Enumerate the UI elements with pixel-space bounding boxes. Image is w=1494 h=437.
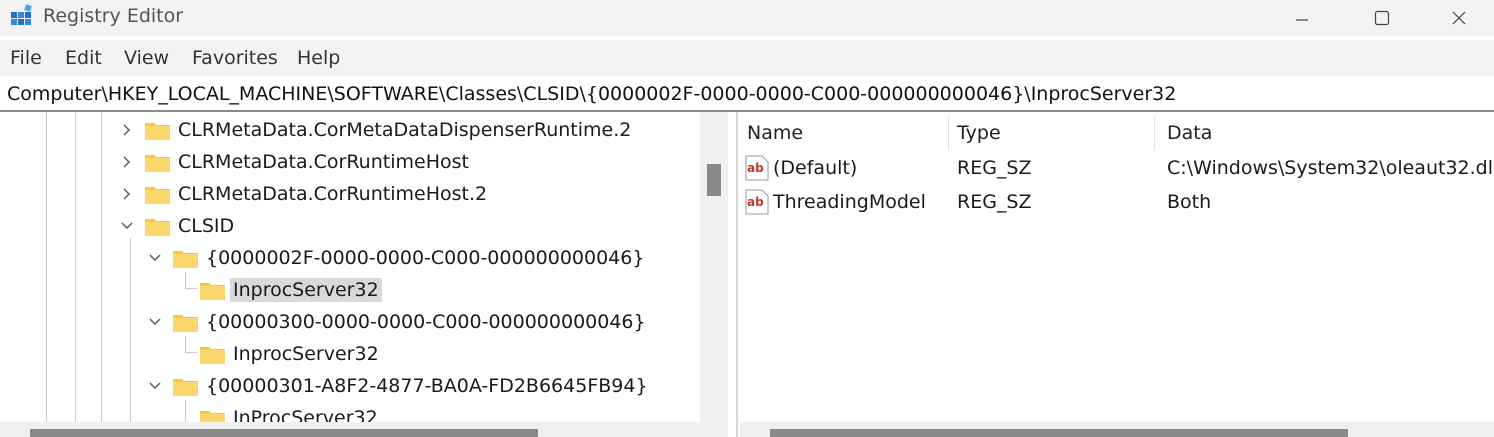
value-type: REG_SZ bbox=[957, 157, 1032, 179]
tree-node-label[interactable]: {00000301-A8F2-4877-BA0A-FD2B6645FB94} bbox=[203, 374, 651, 398]
value-name: ThreadingModel bbox=[773, 191, 926, 213]
column-header-data[interactable]: Data bbox=[1167, 122, 1212, 144]
tree-guide-line bbox=[130, 238, 131, 422]
menu-view[interactable]: View bbox=[124, 47, 169, 69]
string-value-icon: ab bbox=[745, 189, 769, 215]
svg-text:ab: ab bbox=[747, 161, 764, 175]
chevron-right-icon[interactable] bbox=[120, 123, 134, 137]
menu-help[interactable]: Help bbox=[297, 47, 340, 69]
folder-icon bbox=[200, 410, 225, 422]
folder-icon bbox=[173, 250, 198, 268]
svg-text:ab: ab bbox=[747, 195, 764, 209]
chevron-down-icon[interactable] bbox=[148, 379, 162, 393]
value-data: C:\Windows\System32\oleaut32.dll bbox=[1167, 157, 1494, 179]
tree-node-label[interactable]: InprocServer32 bbox=[230, 342, 382, 366]
chevron-right-icon[interactable] bbox=[120, 155, 134, 169]
tree-node[interactable]: CLSID bbox=[120, 210, 237, 242]
minimize-button[interactable] bbox=[1267, 0, 1337, 36]
tree-vertical-scrollbar[interactable] bbox=[700, 112, 728, 422]
window-title: Registry Editor bbox=[43, 5, 184, 27]
tree-node[interactable]: {00000301-A8F2-4877-BA0A-FD2B6645FB94} bbox=[148, 370, 651, 402]
folder-icon bbox=[200, 346, 225, 364]
folder-icon bbox=[145, 186, 170, 204]
title-bar: Registry Editor bbox=[0, 0, 1494, 36]
tree-node[interactable]: CLRMetaData.CorRuntimeHost.2 bbox=[120, 178, 490, 210]
value-row[interactable]: ab ThreadingModel REG_SZ Both bbox=[740, 187, 1494, 219]
column-divider[interactable] bbox=[948, 116, 949, 150]
folder-icon bbox=[145, 218, 170, 236]
tree-guide-line bbox=[185, 336, 186, 352]
value-name: (Default) bbox=[773, 157, 858, 179]
tree-node-label[interactable]: {0000002F-0000-0000-C000-000000000046} bbox=[203, 246, 647, 270]
chevron-down-icon[interactable] bbox=[120, 219, 134, 233]
tree-guide-line bbox=[185, 288, 197, 289]
folder-icon bbox=[145, 122, 170, 140]
tree-guide-line bbox=[185, 352, 197, 353]
pane-splitter[interactable] bbox=[736, 112, 738, 437]
menu-edit[interactable]: Edit bbox=[65, 47, 102, 69]
value-data: Both bbox=[1167, 191, 1212, 213]
key-tree: CLRMetaData.CorMetaDataDispenserRuntime.… bbox=[0, 112, 700, 422]
folder-icon bbox=[145, 154, 170, 172]
values-list: Name Type Data ab (Default) REG_SZ C:\Wi… bbox=[740, 112, 1494, 422]
address-bar[interactable]: Computer\HKEY_LOCAL_MACHINE\SOFTWARE\Cla… bbox=[0, 76, 1494, 112]
values-horizontal-scroll-thumb[interactable] bbox=[770, 429, 1348, 437]
tree-node[interactable]: InProcServer32 bbox=[199, 402, 381, 422]
tree-node-selected[interactable]: InprocServer32 bbox=[199, 274, 382, 306]
address-path[interactable]: Computer\HKEY_LOCAL_MACHINE\SOFTWARE\Cla… bbox=[7, 83, 1176, 105]
tree-node[interactable]: CLRMetaData.CorRuntimeHost bbox=[120, 146, 472, 178]
string-value-icon: ab bbox=[745, 155, 769, 181]
chevron-down-icon[interactable] bbox=[148, 251, 162, 265]
tree-node-label[interactable]: CLSID bbox=[175, 214, 237, 238]
tree-guide-line bbox=[185, 272, 186, 288]
tree-guide-line bbox=[75, 112, 76, 422]
tree-guide-line bbox=[101, 112, 102, 422]
tree-guide-line bbox=[185, 400, 186, 422]
folder-icon bbox=[173, 314, 198, 332]
tree-horizontal-scroll-thumb[interactable] bbox=[30, 429, 538, 437]
folder-icon bbox=[200, 282, 225, 300]
tree-node-label[interactable]: CLRMetaData.CorRuntimeHost.2 bbox=[175, 182, 490, 206]
tree-node-label[interactable]: InProcServer32 bbox=[230, 406, 381, 422]
registry-editor-icon bbox=[11, 4, 32, 25]
minimize-icon bbox=[1296, 19, 1308, 21]
tree-node-label[interactable]: CLRMetaData.CorMetaDataDispenserRuntime.… bbox=[175, 118, 634, 142]
maximize-icon bbox=[1374, 10, 1390, 26]
tree-node[interactable]: {0000002F-0000-0000-C000-000000000046} bbox=[148, 242, 647, 274]
value-type: REG_SZ bbox=[957, 191, 1032, 213]
tree-node[interactable]: CLRMetaData.CorMetaDataDispenserRuntime.… bbox=[120, 114, 634, 146]
chevron-right-icon[interactable] bbox=[120, 187, 134, 201]
folder-icon bbox=[173, 378, 198, 396]
column-header-name[interactable]: Name bbox=[747, 122, 803, 144]
menu-file[interactable]: File bbox=[10, 47, 42, 69]
close-button[interactable] bbox=[1424, 0, 1494, 36]
close-icon bbox=[1452, 11, 1466, 25]
tree-node[interactable]: {00000300-0000-0000-C000-000000000046} bbox=[148, 306, 649, 338]
tree-node-label[interactable]: InprocServer32 bbox=[230, 278, 382, 302]
value-row[interactable]: ab (Default) REG_SZ C:\Windows\System32\… bbox=[740, 153, 1494, 185]
maximize-button[interactable] bbox=[1347, 0, 1417, 36]
tree-guide-line bbox=[46, 112, 47, 422]
chevron-down-icon[interactable] bbox=[148, 315, 162, 329]
column-divider[interactable] bbox=[1154, 116, 1155, 150]
column-header-type[interactable]: Type bbox=[957, 122, 1001, 144]
tree-node[interactable]: InprocServer32 bbox=[199, 338, 382, 370]
tree-vertical-scroll-thumb[interactable] bbox=[707, 164, 721, 196]
tree-node-label[interactable]: CLRMetaData.CorRuntimeHost bbox=[175, 150, 472, 174]
menu-favorites[interactable]: Favorites bbox=[192, 47, 278, 69]
menu-bar: File Edit View Favorites Help bbox=[0, 40, 1494, 76]
tree-node-label[interactable]: {00000300-0000-0000-C000-000000000046} bbox=[203, 310, 649, 334]
